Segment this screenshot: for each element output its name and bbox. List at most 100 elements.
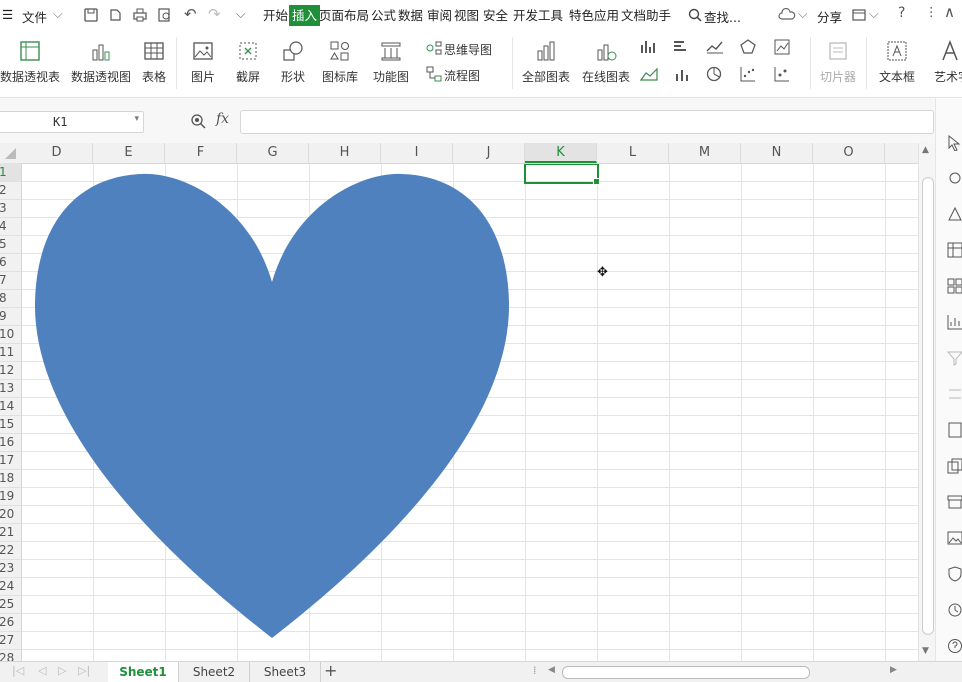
slicer-button[interactable]: 切片器 [816,31,860,95]
chevron-down-icon[interactable]: ⌵ [798,6,807,22]
cloud-sync-icon[interactable] [778,8,796,22]
sheet-tab-sheet2[interactable]: Sheet2 [179,662,250,682]
add-sheet-button[interactable]: + [324,661,337,680]
transfer-icon[interactable] [947,386,962,402]
area-chart-icon[interactable] [640,66,658,82]
sheet-tab-sheet3[interactable]: Sheet3 [250,662,321,682]
save-icon[interactable] [84,8,98,22]
sheet-tab-sheet1[interactable]: Sheet1 [108,662,179,682]
scrollbar-thumb[interactable] [922,177,934,635]
column-header-h[interactable]: H [309,143,381,163]
history-icon[interactable] [947,602,962,618]
stock-chart-icon[interactable] [774,39,790,55]
row-header[interactable]: 10 [0,325,21,344]
horizontal-scrollbar-thumb[interactable] [562,666,810,679]
filter-icon[interactable] [947,350,962,366]
help-circle-icon[interactable] [947,638,962,654]
row-header[interactable]: 5 [0,235,21,254]
search-label[interactable]: 查找... [704,7,741,26]
row-header[interactable]: 19 [0,487,21,506]
scroll-split-icon[interactable]: ⁞ [533,664,537,677]
tab-formulas[interactable]: 公式 [370,5,397,26]
other-charts-icon[interactable] [774,66,790,82]
last-sheet-icon[interactable]: ▷| [78,664,90,677]
cell-grid[interactable]: ✥ [22,164,918,661]
share-button[interactable]: 分享 [817,7,842,26]
column-header-l[interactable]: L [597,143,669,163]
row-header[interactable]: 18 [0,469,21,488]
combo-chart-icon[interactable] [674,66,690,82]
export-icon[interactable] [108,8,122,22]
row-header[interactable]: 2 [0,181,21,200]
art-text-button[interactable]: 艺术字 [930,31,962,95]
next-sheet-icon[interactable]: ▷ [58,664,66,677]
hamburger-icon[interactable]: ☰ [2,7,13,22]
all-charts-button[interactable]: 全部图表 [518,31,574,95]
file-menu[interactable]: 文件 [22,7,47,26]
print-icon[interactable] [133,8,147,22]
row-header[interactable]: 6 [0,253,21,272]
collapse-ribbon-icon[interactable]: ∧ [944,3,955,21]
row-header[interactable]: 9 [0,307,21,326]
row-header[interactable]: 1 [0,163,21,182]
tab-insert[interactable]: 插入 [289,5,321,26]
row-header[interactable]: 27 [0,631,21,650]
zoom-formula-icon[interactable] [190,113,206,129]
scroll-left-icon[interactable]: ◀ [548,665,555,675]
fill-handle[interactable] [593,178,600,185]
selected-cell-k1[interactable] [524,164,599,184]
row-header[interactable]: 16 [0,433,21,452]
row-header[interactable]: 23 [0,559,21,578]
row-header[interactable]: 14 [0,397,21,416]
table-style-icon[interactable] [947,242,962,258]
tab-view[interactable]: 视图 [453,5,480,26]
name-box[interactable]: K1 ▾ [0,111,144,133]
row-header[interactable]: 3 [0,199,21,218]
line-chart-icon[interactable] [706,39,724,55]
tab-review[interactable]: 审阅 [426,5,453,26]
row-header[interactable]: 22 [0,541,21,560]
first-sheet-icon[interactable]: |◁ [12,664,24,677]
row-header[interactable]: 20 [0,505,21,524]
icon-library-button[interactable]: 图标库 [320,31,360,95]
pivot-table-button[interactable]: 数据透视表 [0,31,60,95]
tab-special-apps[interactable]: 特色应用 [568,5,620,26]
pivot-chart-button[interactable]: 数据透视图 [70,31,132,95]
print-preview-icon[interactable] [158,8,172,22]
row-header[interactable]: 13 [0,379,21,398]
shapes-button[interactable]: 形状 [273,31,313,95]
fx-icon[interactable]: fx [216,111,229,127]
chevron-down-icon[interactable]: ⌵ [53,6,62,22]
fill-icon[interactable] [947,206,962,222]
row-header[interactable]: 12 [0,361,21,380]
grid-apps-icon[interactable] [947,278,962,294]
bar-chart-icon[interactable] [672,39,688,55]
chevron-down-icon[interactable]: ⌵ [869,6,878,22]
row-header[interactable]: 15 [0,415,21,434]
scroll-right-icon[interactable]: ▶ [890,665,897,675]
online-charts-button[interactable]: 在线图表 [578,31,634,95]
row-header[interactable]: 4 [0,217,21,236]
search-icon[interactable] [688,8,702,22]
row-header[interactable]: 21 [0,523,21,542]
row-header[interactable]: 7 [0,271,21,290]
mind-map-button[interactable]: 思维导图 [424,38,506,60]
column-header-n[interactable]: N [741,143,813,163]
document-icon[interactable] [947,422,962,438]
row-header[interactable]: 25 [0,595,21,614]
heart-shape[interactable] [22,164,918,661]
tab-page-layout[interactable]: 页面布局 [318,5,370,26]
column-header-m[interactable]: M [669,143,741,163]
archive-icon[interactable] [947,494,962,510]
radar-chart-icon[interactable] [740,39,756,55]
copy-icon[interactable] [947,458,962,474]
select-arrow-icon[interactable] [947,135,962,151]
chevron-down-icon[interactable]: ▾ [134,114,139,124]
table-button[interactable]: 表格 [138,31,170,95]
row-header[interactable]: 26 [0,613,21,632]
function-chart-button[interactable]: 功能图 [366,31,416,95]
select-all-icon[interactable] [4,147,17,160]
column-header-o[interactable]: O [813,143,885,163]
pie-chart-icon[interactable] [706,66,722,82]
column-header-d[interactable]: D [21,143,93,163]
